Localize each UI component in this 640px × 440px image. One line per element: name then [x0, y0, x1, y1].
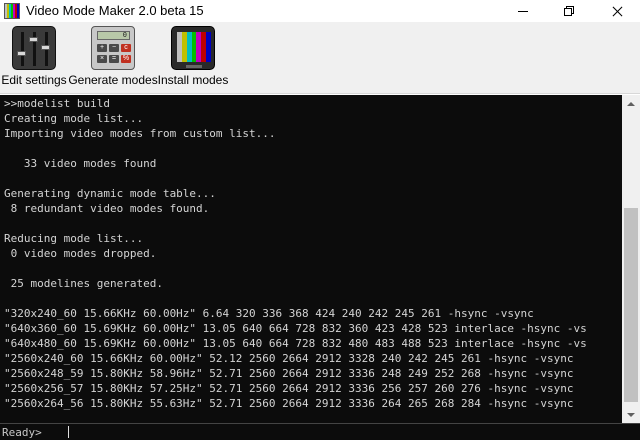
mixer-sliders-icon: [12, 26, 56, 70]
scroll-down-button[interactable]: [622, 406, 640, 423]
calculator-icon: 0 + − c × = %: [91, 26, 135, 70]
console-line: 0 video modes dropped.: [4, 247, 157, 260]
scroll-up-button[interactable]: [622, 95, 640, 112]
window-title: Video Mode Maker 2.0 beta 15: [26, 3, 204, 18]
edit-settings-label: Edit settings: [1, 73, 67, 87]
command-bar: Ready>: [0, 423, 640, 440]
console-line: "640x360_60 15.69KHz 60.00Hz" 13.05 640 …: [4, 322, 587, 335]
console-line: Reducing mode list...: [4, 232, 144, 245]
console-line: Creating mode list...: [4, 112, 144, 125]
minimize-button[interactable]: [500, 0, 546, 22]
restore-button[interactable]: [546, 0, 592, 22]
console-line: 8 redundant video modes found.: [4, 202, 210, 215]
console-line: Generating dynamic mode table...: [4, 187, 216, 200]
console-line: "640x480_60 15.69KHz 60.00Hz" 13.05 640 …: [4, 337, 587, 350]
restore-icon: [564, 6, 574, 16]
arrow-down-icon: [627, 412, 635, 417]
install-modes-label: Install modes: [157, 73, 229, 87]
close-button[interactable]: [594, 0, 640, 22]
install-modes-button[interactable]: Install modes: [157, 26, 229, 87]
console-line: "320x240_60 15.66KHz 60.00Hz" 6.64 320 3…: [4, 307, 534, 320]
command-input[interactable]: [66, 425, 636, 439]
generate-modes-button[interactable]: 0 + − c × = % Generate modes: [68, 26, 158, 87]
scroll-thumb[interactable]: [624, 208, 638, 402]
prompt-label: Ready>: [2, 426, 42, 439]
calculator-display: 0: [97, 31, 130, 40]
arrow-up-icon: [627, 101, 635, 106]
console-output[interactable]: >>modelist build Creating mode list... Imp…: [0, 95, 622, 423]
generate-modes-label: Generate modes: [68, 73, 158, 87]
console-line: 33 video modes found: [4, 157, 157, 170]
edit-settings-button[interactable]: Edit settings: [1, 26, 67, 87]
console-line: "2560x256_57 15.80KHz 57.25Hz" 52.71 256…: [4, 382, 574, 395]
vertical-scrollbar[interactable]: [622, 95, 640, 423]
console-line: >>modelist build: [4, 97, 110, 110]
title-bar: Video Mode Maker 2.0 beta 15: [0, 0, 640, 22]
console-line: 25 modelines generated.: [4, 277, 163, 290]
color-bars-icon: [4, 3, 20, 19]
text-caret: [68, 426, 69, 438]
console-line: "2560x240_60 15.66KHz 60.00Hz" 52.12 256…: [4, 352, 574, 365]
console-line: "2560x248_59 15.80KHz 58.96Hz" 52.71 256…: [4, 367, 574, 380]
console-line: Importing video modes from custom list..…: [4, 127, 276, 140]
console-text: >>modelist build Creating mode list... Imp…: [4, 96, 587, 411]
tv-color-bars-icon: [171, 26, 215, 70]
close-icon: [612, 6, 623, 17]
console-line: "2560x264_56 15.80KHz 55.63Hz" 52.71 256…: [4, 397, 574, 410]
minimize-icon: [518, 10, 528, 12]
toolbar: Edit settings 0 + − c × = % Generate mod…: [0, 22, 640, 94]
